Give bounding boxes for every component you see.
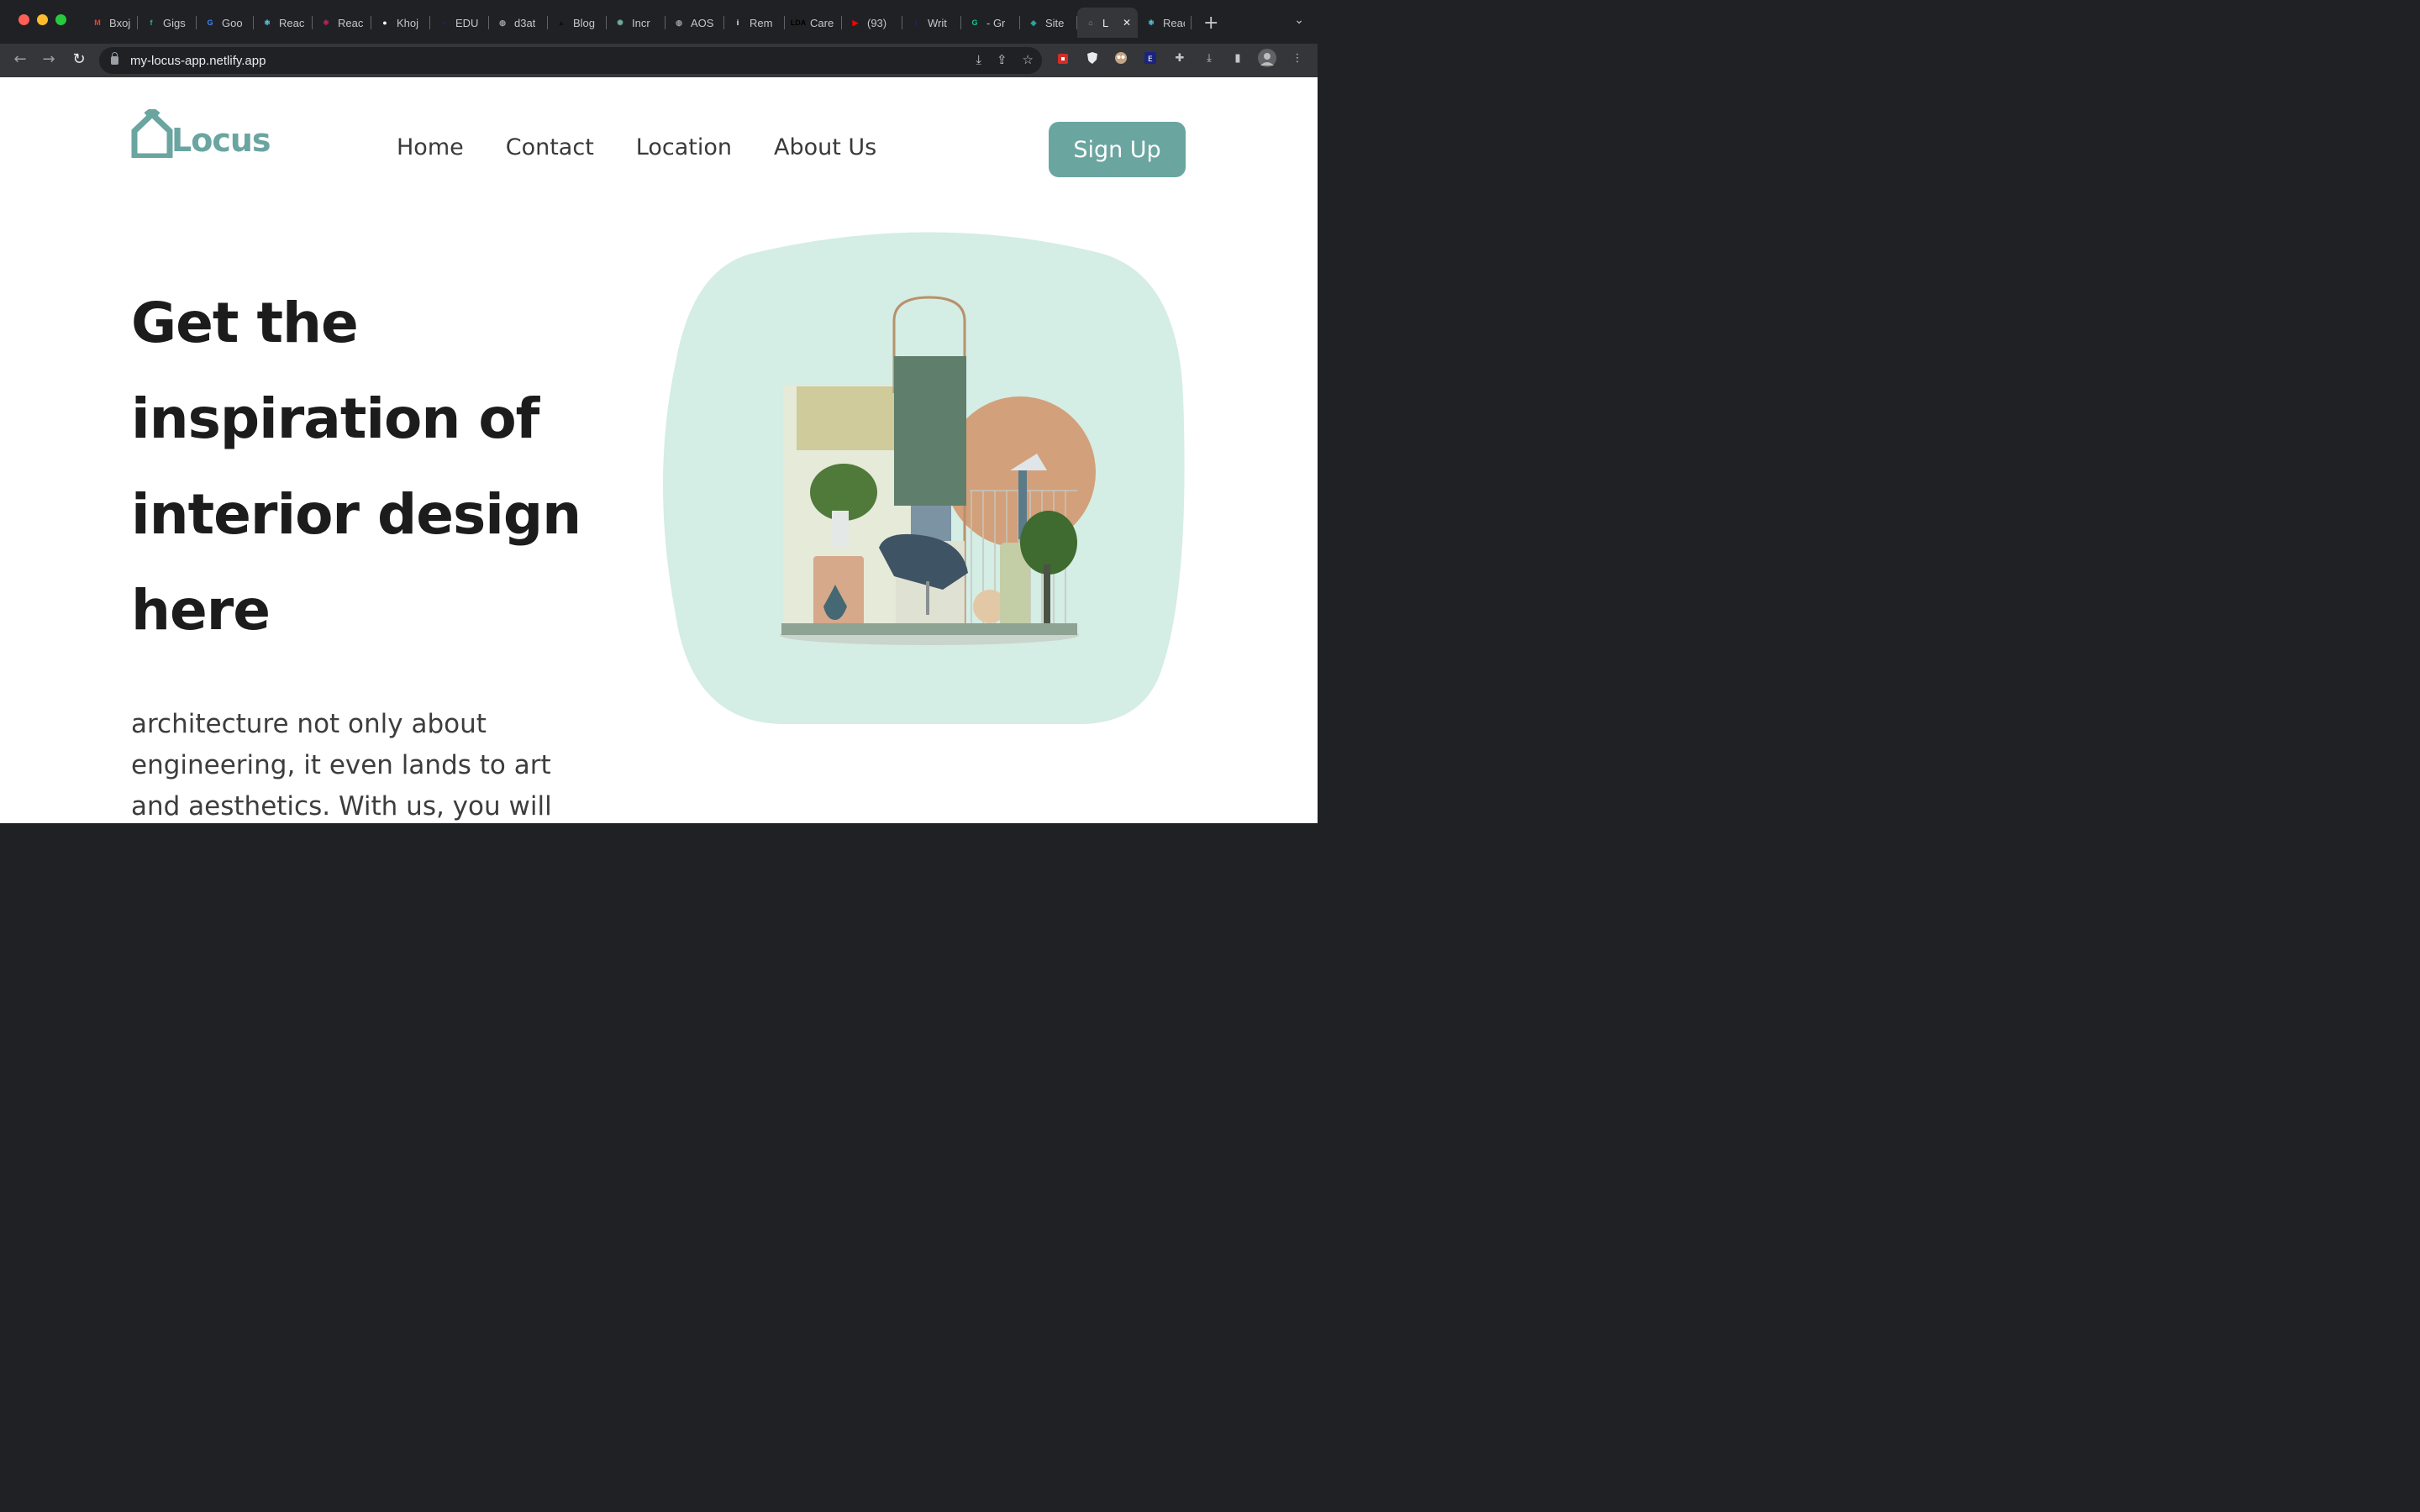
url-text[interactable]: my-locus-app.netlify.app [130, 54, 266, 68]
tab-search-icon[interactable]: ⌄ [1294, 13, 1304, 27]
edu-icon: • [442, 18, 445, 27]
tab-label: Care [810, 16, 834, 29]
browser-tab[interactable]: ● Khoj [371, 8, 430, 38]
tab-label: Goo [222, 16, 243, 29]
github-icon: ● [382, 18, 387, 27]
openai-icon: ✺ [617, 18, 623, 27]
browser-tab[interactable]: ✺ Incr [607, 8, 666, 38]
tab-label: d3at [514, 16, 536, 29]
close-window-button[interactable] [18, 14, 29, 25]
share-icon[interactable]: ⇪ [997, 52, 1007, 67]
nav-link-about-us[interactable]: About Us [774, 134, 876, 160]
logo[interactable]: Locus [131, 109, 271, 158]
side-panel-icon[interactable]: ▮ [1228, 49, 1247, 67]
address-bar[interactable]: my-locus-app.netlify.app ⤓ ⇪ ☆ [99, 47, 1042, 74]
fiverr-icon: f [150, 18, 153, 27]
e-extension-icon[interactable]: E [1141, 49, 1160, 67]
hero-headline: Get the inspiration of interior design h… [131, 291, 581, 643]
locus-house-icon: ⌂ [1088, 18, 1093, 27]
chrome-menu-icon[interactable]: ⋮ [1288, 49, 1307, 67]
extensions-puzzle-icon[interactable]: ✚ [1171, 49, 1189, 67]
gmail-icon: M [94, 18, 101, 27]
globe-icon: ◍ [499, 18, 506, 27]
globe-icon: ◍ [676, 18, 682, 27]
logo-text: Locus [171, 122, 271, 159]
writer-icon: i [914, 18, 918, 27]
browser-tab[interactable]: • EDU [430, 8, 489, 38]
lock-icon[interactable] [111, 52, 118, 65]
browser-tab[interactable]: ⚛ Reac [1138, 8, 1192, 38]
react-icon: ⚛ [322, 18, 330, 27]
tab-label: Khoj [397, 16, 419, 29]
blog-icon: ▲ [557, 18, 566, 27]
browser-tab[interactable]: ▲ Blog [548, 8, 607, 38]
sign-up-button[interactable]: Sign Up [1049, 122, 1186, 177]
tab-label: Reac [1163, 16, 1185, 29]
maximize-window-button[interactable] [55, 14, 66, 25]
tab-label: - Gr [986, 16, 1006, 29]
nav-link-home[interactable]: Home [397, 134, 464, 160]
tab-label: Rem [750, 16, 773, 29]
hero-subtext: architecture not only about engineering,… [131, 709, 552, 822]
lastpass-extension-icon[interactable] [1054, 49, 1072, 67]
bookmark-star-icon[interactable]: ☆ [1023, 52, 1034, 67]
shield-extension-icon[interactable] [1083, 49, 1102, 67]
browser-tab[interactable]: ◆ Site [1020, 8, 1077, 38]
browser-tab[interactable]: ⚛ Reac [254, 8, 313, 38]
grammarly-icon: G [971, 18, 978, 27]
browser-tab[interactable]: LDA Care [785, 8, 842, 38]
nav-link-contact[interactable]: Contact [506, 134, 594, 160]
tab-label: (93) [867, 16, 887, 29]
tab-strip: M Bxoj f Gigs G Goo ⚛ Reac ⚛ Reac ● Khoj • EDU ◍ d3at ▲ B… [0, 0, 1318, 44]
browser-tab[interactable]: ⚛ Reac [313, 8, 371, 38]
tab-label: L [1102, 16, 1109, 29]
browser-chrome: M Bxoj f Gigs G Goo ⚛ Reac ⚛ Reac ● Khoj • EDU ◍ d3at ▲ B… [0, 0, 1318, 77]
tab-label: AOS [691, 16, 714, 29]
tab-label: Writ [928, 16, 947, 29]
forward-icon[interactable]: → [39, 50, 59, 68]
browser-tab[interactable]: G Goo [197, 8, 254, 38]
tab-label: Site [1045, 16, 1065, 29]
hero-image [663, 232, 1185, 724]
info-icon: i [736, 18, 739, 27]
new-tab-icon[interactable]: + [1203, 13, 1218, 34]
browser-tab[interactable]: ▶ (93) [842, 8, 902, 38]
tab-label: Gigs [163, 16, 186, 29]
nav-link-location[interactable]: Location [636, 134, 732, 160]
tab-label: Reac [279, 16, 305, 29]
google-translate-icon: G [207, 18, 213, 27]
close-tab-icon[interactable]: ✕ [1123, 17, 1131, 29]
react-icon: ⚛ [1147, 18, 1155, 27]
react-icon: ⚛ [263, 18, 271, 27]
profile-avatar[interactable] [1258, 49, 1276, 67]
avatar-extension-icon[interactable] [1112, 49, 1130, 67]
back-icon[interactable]: ← [10, 50, 30, 68]
tab-label: Bxoj [109, 16, 131, 29]
browser-tab[interactable]: f Gigs [138, 8, 197, 38]
browser-tab[interactable]: ◍ AOS [666, 8, 724, 38]
browser-tab[interactable]: i Writ [902, 8, 961, 38]
lda-icon: LDA [790, 18, 807, 27]
svg-text:E: E [1148, 55, 1153, 64]
web-page: Locus Home Contact Location About Us Sig… [0, 77, 1318, 823]
browser-tab[interactable]: ◍ d3at [489, 8, 548, 38]
tab-label: Reac [338, 16, 364, 29]
browser-tab[interactable]: G - Gr [961, 8, 1020, 38]
site-icon: ◆ [1030, 18, 1037, 27]
tab-label: Blog [573, 16, 596, 29]
browser-tab[interactable]: ⌂ L ✕ [1077, 8, 1138, 38]
downloads-icon[interactable]: ⤓ [1200, 49, 1218, 67]
reload-icon[interactable]: ↻ [69, 50, 89, 68]
browser-tab[interactable]: M Bxoj [84, 8, 138, 38]
minimize-window-button[interactable] [37, 14, 48, 25]
tab-label: Incr [632, 16, 650, 29]
house-logo-icon [131, 109, 173, 158]
main-nav: Home Contact Location About Us [397, 134, 876, 160]
browser-tab[interactable]: i Rem [724, 8, 785, 38]
install-icon[interactable]: ⤓ [976, 52, 981, 67]
tab-label: EDU [455, 16, 479, 29]
tab-list: M Bxoj f Gigs G Goo ⚛ Reac ⚛ Reac ● Khoj • EDU ◍ d3at ▲ B… [84, 7, 1218, 39]
youtube-icon: ▶ [852, 18, 859, 27]
